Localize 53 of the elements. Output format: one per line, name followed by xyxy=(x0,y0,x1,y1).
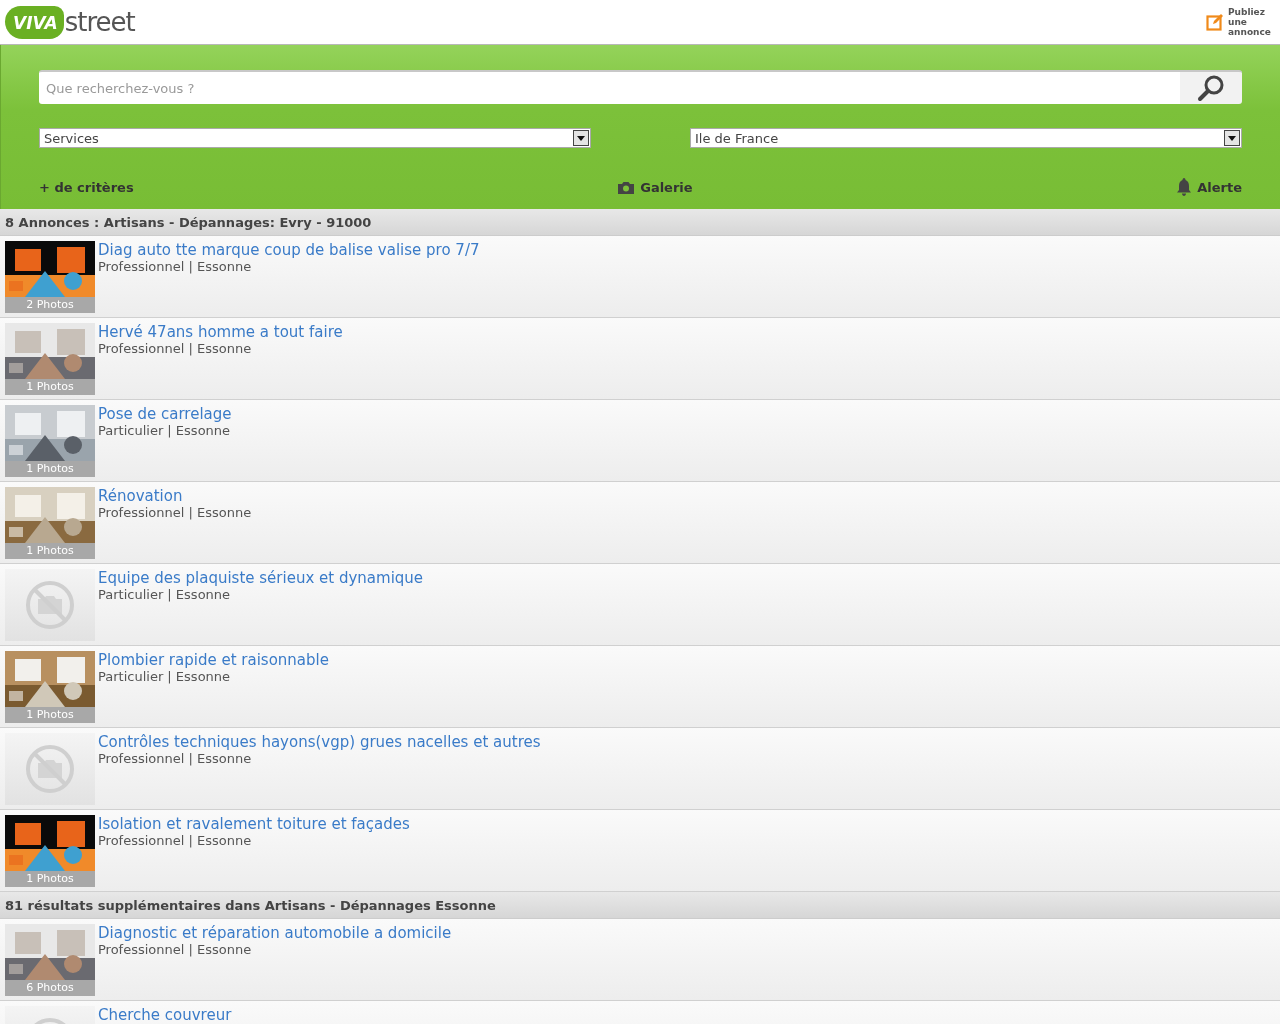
edit-icon xyxy=(1206,13,1224,31)
bell-icon xyxy=(1177,178,1192,196)
listing-title[interactable]: Cherche couvreur xyxy=(98,1006,232,1024)
region-dropdown[interactable]: Ile de France xyxy=(690,128,1242,148)
section-heading: 81 résultats supplémentaires dans Artisans - Dépannages Essonne xyxy=(0,892,1280,919)
listing-row[interactable]: 6 Photos Diagnostic et réparation automobile a domicile Professionnel | Essonne xyxy=(0,919,1280,1001)
logo[interactable]: VIVA street xyxy=(5,5,135,39)
listing-meta: Particulier | Essonne xyxy=(98,423,231,439)
listing-title[interactable]: Isolation et ravalement toiture et façades xyxy=(98,815,410,833)
listing-title[interactable]: Diag auto tte marque coup de balise valise pro 7/7 xyxy=(98,241,480,259)
listing-title[interactable]: Equipe des plaquiste sérieux et dynamique xyxy=(98,569,424,587)
listing-title[interactable]: Pose de carrelage xyxy=(98,405,232,423)
photo-count: 1 Photos xyxy=(5,461,95,477)
listing-row[interactable]: 1 Photos Rénovation Professionnel | Essonne xyxy=(0,482,1280,564)
publish-link[interactable]: Publiez une annonce xyxy=(1206,7,1272,37)
photo-count: 1 Photos xyxy=(5,379,95,395)
more-criteria-link[interactable]: + de critères xyxy=(39,179,134,195)
listing-row[interactable]: Cherche couvreur xyxy=(0,1001,1280,1024)
search-icon xyxy=(1197,74,1225,102)
listing-meta: Professionnel | Essonne xyxy=(98,341,252,357)
listing-title[interactable]: Contrôles techniques hayons(vgp) grues nacelles et autres xyxy=(98,733,541,751)
listing-title[interactable]: Diagnostic et réparation automobile a domicile xyxy=(98,924,452,942)
search-field[interactable]: Que recherchez-vous ? xyxy=(39,70,1180,104)
photo-count: 1 Photos xyxy=(5,707,95,723)
alert-link[interactable]: Alerte xyxy=(1177,178,1242,196)
listing-meta: Particulier | Essonne xyxy=(98,669,231,685)
gallery-link[interactable]: Galerie xyxy=(618,179,693,195)
listing-row[interactable]: 1 Photos Plombier rapide et raisonnable Particulier | Essonne xyxy=(0,646,1280,728)
section-heading: 8 Annonces : Artisans - Dépannages: Evry - 91000 xyxy=(0,209,1280,236)
listing-meta: Professionnel | Essonne xyxy=(98,505,252,521)
listing-row[interactable]: 1 Photos Hervé 47ans homme a tout faire Professionnel | Essonne xyxy=(0,318,1280,400)
listing-row[interactable]: 1 Photos Isolation et ravalement toiture et façades Professionnel | Essonne xyxy=(0,810,1280,892)
photo-count: 1 Photos xyxy=(5,871,95,887)
photo-count: 2 Photos xyxy=(5,297,95,313)
listing-title[interactable]: Hervé 47ans homme a tout faire xyxy=(98,323,343,341)
listing-row[interactable]: Contrôles techniques hayons(vgp) grues nacelles et autres Professionnel | Essonne xyxy=(0,728,1280,810)
listing-meta: Professionnel | Essonne xyxy=(98,259,252,275)
listing-meta: Professionnel | Essonne xyxy=(98,942,252,958)
camera-icon xyxy=(618,180,635,194)
logo-word: street xyxy=(64,7,135,37)
category-dropdown[interactable]: Services xyxy=(39,128,591,148)
listing-meta: Particulier | Essonne xyxy=(98,587,231,603)
search-button[interactable] xyxy=(1180,70,1242,104)
listing-title[interactable]: Rénovation xyxy=(98,487,183,505)
listing-row[interactable]: Equipe des plaquiste sérieux et dynamique Particulier | Essonne xyxy=(0,564,1280,646)
listing-row[interactable]: 2 Photos Diag auto tte marque coup de balise valise pro 7/7 Professionnel | Essonne xyxy=(0,236,1280,318)
listing-meta: Professionnel | Essonne xyxy=(98,833,252,849)
logo-mark: VIVA xyxy=(5,5,64,39)
listing-title[interactable]: Plombier rapide et raisonnable xyxy=(98,651,329,669)
listing-meta: Professionnel | Essonne xyxy=(98,751,252,767)
listing-row[interactable]: 1 Photos Pose de carrelage Particulier | Essonne xyxy=(0,400,1280,482)
photo-count: 1 Photos xyxy=(5,543,95,559)
photo-count: 6 Photos xyxy=(5,980,95,996)
